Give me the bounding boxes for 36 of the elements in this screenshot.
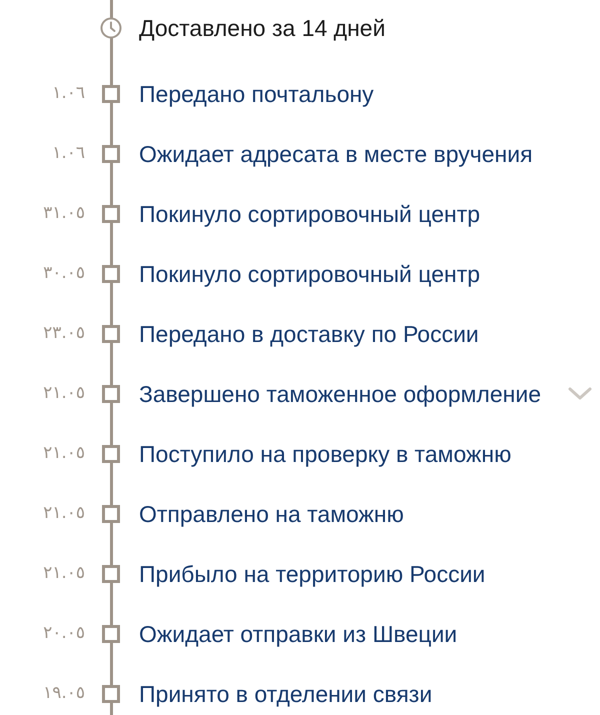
- event-date: ٢٠.٠٥: [42, 622, 85, 646]
- event-label: Ожидает адресата в месте вручения: [139, 142, 533, 166]
- delivery-summary: Доставлено за 14 дней: [139, 16, 386, 40]
- event-date: ١٩.٠٥: [42, 682, 85, 706]
- square-marker-icon: [102, 85, 120, 103]
- event-label: Ожидает отправки из Швеции: [139, 622, 458, 646]
- event-date: ٢١.٠٥: [42, 562, 85, 586]
- square-marker-icon: [102, 205, 120, 223]
- square-marker-icon: [102, 265, 120, 283]
- event-label: Поступило на проверку в таможню: [139, 442, 512, 466]
- square-marker-icon: [102, 145, 120, 163]
- event-date: ٢١.٠٥: [42, 442, 85, 466]
- event-date: ١.٠٦: [51, 82, 85, 106]
- square-marker-icon: [102, 625, 120, 643]
- event-date: ٣٠.٠٥: [42, 262, 85, 286]
- event-label: Прибыло на территорию России: [139, 562, 486, 586]
- event-date: ٢١.٠٥: [42, 502, 85, 526]
- event-label: Покинуло сортировочный центр: [139, 202, 480, 226]
- event-date: ٢١.٠٥: [42, 382, 85, 406]
- event-label: Отправлено на таможню: [139, 502, 404, 526]
- square-marker-icon: [102, 685, 120, 703]
- square-marker-icon: [102, 505, 120, 523]
- chevron-down-icon[interactable]: [568, 387, 592, 401]
- event-date: ٣١.٠٥: [42, 202, 85, 226]
- square-marker-icon: [102, 325, 120, 343]
- event-date: ٢٣.٠٥: [42, 322, 85, 346]
- square-marker-icon: [102, 445, 120, 463]
- event-label: Принято в отделении связи: [139, 682, 432, 706]
- clock-icon: [100, 17, 122, 39]
- square-marker-icon: [102, 565, 120, 583]
- event-label: Завершено таможенное оформление: [139, 382, 541, 406]
- square-marker-icon: [102, 385, 120, 403]
- event-label: Передано почтальону: [139, 82, 374, 106]
- event-label: Передано в доставку по России: [139, 322, 479, 346]
- event-label: Покинуло сортировочный центр: [139, 262, 480, 286]
- event-date: ١.٠٦: [51, 142, 85, 166]
